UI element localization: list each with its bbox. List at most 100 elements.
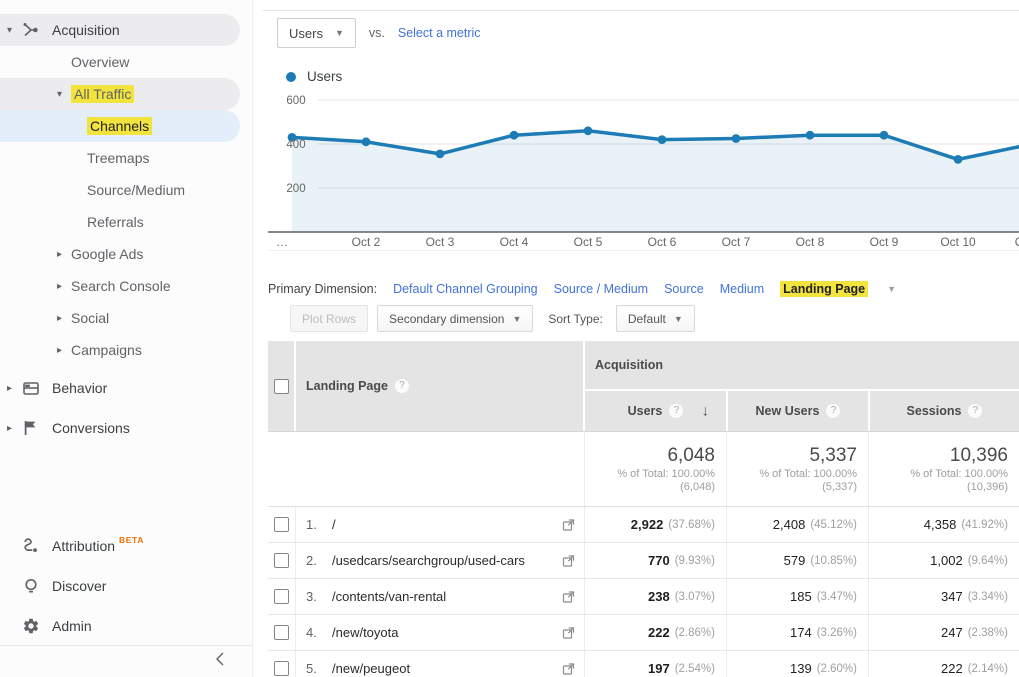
sidebar-collapse-button[interactable] [205,650,235,672]
x-tick-label: Oct 2 [352,235,381,249]
help-icon[interactable]: ? [669,404,683,418]
dimension-column-header[interactable]: Landing Page [306,379,388,393]
row-checkbox-cell [268,507,295,542]
metric-percent: (41.92%) [961,519,1008,531]
landing-page-link[interactable]: /new/peugeot [332,661,410,676]
sidebar-item-search-console[interactable]: ▸Search Console [0,270,252,302]
sessions-cell: 247(2.38%) [868,615,1019,650]
chevron-down-icon[interactable]: ▾ [7,25,12,36]
sidebar-item-label: Acquisition [52,22,120,38]
row-index: 2. [306,553,332,568]
sidebar-item-label: Referrals [87,214,144,230]
row-checkbox-cell [268,651,295,677]
column-header-label[interactable]: New Users [756,404,820,418]
landing-page-link[interactable]: /new/toyota [332,625,399,640]
metric-value: 185 [790,589,812,604]
totals-value: 10,396 [950,445,1008,467]
dimension-option-landing-page[interactable]: Landing Page [780,281,868,297]
row-checkbox[interactable] [274,589,289,604]
open-page-icon[interactable] [562,518,575,531]
data-point[interactable] [362,137,371,146]
landing-page-link[interactable]: /contents/van-rental [332,589,446,604]
plot-rows-button[interactable]: Plot Rows [290,305,368,332]
open-page-icon[interactable] [562,554,575,567]
sidebar-item-referrals[interactable]: Referrals [0,206,252,238]
dimension-option-source-medium[interactable]: Source / Medium [554,282,648,296]
metric-value: 4,358 [924,517,957,532]
row-checkbox[interactable] [274,517,289,532]
sidebar-item-source-medium[interactable]: Source/Medium [0,174,252,206]
row-checkbox[interactable] [274,553,289,568]
data-point[interactable] [732,134,741,143]
sidebar-item-attribution[interactable]: AttributionBETA [0,526,252,566]
help-icon[interactable]: ? [395,379,409,393]
sidebar-item-overview[interactable]: Overview [0,46,252,78]
column-header-label[interactable]: Users [628,404,663,418]
sidebar-item-social[interactable]: ▸ Social [0,302,252,334]
row-checkbox[interactable] [274,625,289,640]
select-metric-link[interactable]: Select a metric [398,26,481,40]
help-icon[interactable]: ? [826,404,840,418]
column-header-label[interactable]: Sessions [907,404,962,418]
data-point[interactable] [880,131,889,140]
new-users-cell: 139(2.60%) [726,651,868,677]
sidebar-item-conversions[interactable]: ▸Conversions [0,412,252,444]
data-point[interactable] [806,131,815,140]
sort-desc-icon[interactable]: ↓ [702,403,710,420]
data-point[interactable] [436,150,445,159]
select-all-checkbox[interactable] [274,379,289,394]
metric-percent: (45.12%) [810,519,857,531]
chevron-right-icon[interactable]: ▸ [57,249,62,260]
totals-spacer [295,432,584,506]
sidebar-item-discover[interactable]: Discover [0,566,252,606]
attribution-icon [22,537,40,555]
sidebar-item-label: Social [71,310,109,326]
row-index: 5. [306,661,332,676]
open-page-icon[interactable] [562,662,575,675]
metric-selector-dropdown[interactable]: Users ▼ [277,18,356,48]
totals-new-users: 5,337% of Total: 100.00%(5,337) [726,432,868,506]
totals-percent: % of Total: 100.00% [759,468,857,480]
sidebar-item-treemaps[interactable]: Treemaps [0,142,252,174]
help-icon[interactable]: ? [968,404,982,418]
totals-absolute: (6,048) [680,481,715,493]
open-page-icon[interactable] [562,590,575,603]
sidebar-item-acquisition[interactable]: ▾ Acquisition [0,14,252,46]
data-point[interactable] [954,155,963,164]
chevron-right-icon[interactable]: ▸ [57,345,62,356]
x-tick-label: Oct 6 [648,235,677,249]
acquisition-group-header: Acquisition [585,341,1019,389]
open-page-icon[interactable] [562,626,575,639]
landing-page-link[interactable]: /usedcars/searchgroup/used-cars [332,553,525,568]
sidebar-item-campaigns[interactable]: ▸Campaigns [0,334,252,366]
chevron-right-icon[interactable]: ▸ [7,383,12,394]
chevron-right-icon[interactable]: ▸ [7,423,12,434]
secondary-dimension-dropdown[interactable]: Secondary dimension ▼ [377,305,533,332]
legend-dot [286,72,296,82]
sidebar-item-google-ads[interactable]: ▸Google Ads [0,238,252,270]
dimension-option-source[interactable]: Source [664,282,704,296]
sidebar-item-channels[interactable]: Channels [0,110,252,142]
sidebar-item-behavior[interactable]: ▸Behavior [0,372,252,404]
chevron-right-icon[interactable]: ▸ [57,281,62,292]
chevron-down-icon: ▼ [335,28,344,38]
chevron-down-icon[interactable]: ▾ [57,89,62,100]
metric-percent: (3.47%) [817,591,857,603]
group-header-label: Acquisition [595,358,663,372]
metric-value: 222 [648,625,670,640]
landing-page-cell: 1./ [295,507,584,542]
data-point[interactable] [584,126,593,135]
landing-page-link[interactable]: / [332,517,336,532]
sidebar-item-all-traffic[interactable]: ▾All Traffic [0,78,252,110]
chevron-right-icon[interactable]: ▸ [57,313,62,324]
data-point[interactable] [510,131,519,140]
chart-legend: Users [286,69,342,84]
data-point[interactable] [658,135,667,144]
metric-percent: (2.86%) [675,627,715,639]
row-checkbox[interactable] [274,661,289,676]
sidebar-item-admin[interactable]: Admin [0,606,252,646]
dimension-option-medium[interactable]: Medium [720,282,764,296]
x-tick-label: Oct 8 [796,235,825,249]
sort-type-dropdown[interactable]: Default ▼ [616,305,695,332]
dimension-option-default-channel-grouping[interactable]: Default Channel Grouping [393,282,538,296]
